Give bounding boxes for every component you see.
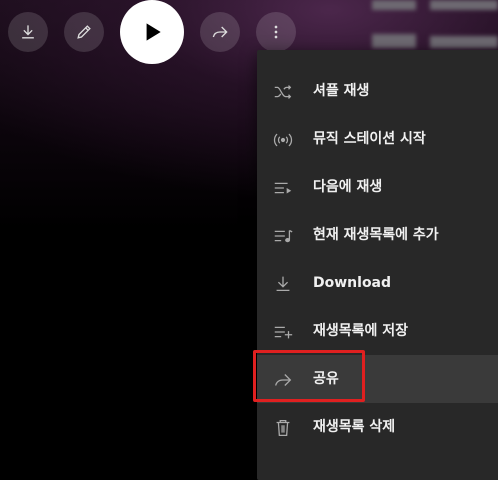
more-options-button[interactable]	[256, 12, 296, 52]
share-icon	[272, 369, 294, 391]
download-icon	[272, 273, 294, 295]
more-vert-icon	[274, 25, 278, 39]
play-next-icon	[272, 177, 294, 199]
menu-item-save-to-playlist[interactable]: 재생목록에 저장	[257, 307, 498, 355]
download-button[interactable]	[8, 12, 48, 52]
menu-item-start-radio[interactable]: 뮤직 스테이션 시작	[257, 115, 498, 163]
menu-item-label: 뮤직 스테이션 시작	[313, 131, 426, 147]
add-to-queue-icon	[272, 225, 294, 247]
menu-item-label: 공유	[313, 371, 339, 387]
menu-item-shuffle[interactable]: 셔플 재생	[257, 67, 498, 115]
radio-icon	[272, 129, 294, 151]
context-menu: 셔플 재생 뮤직 스테이션 시작 다음에 재생 현재 재생목록에 추가 Down…	[257, 50, 498, 480]
menu-item-label: Download	[313, 275, 392, 291]
trash-icon	[272, 417, 294, 439]
share-icon	[212, 26, 228, 38]
menu-item-label: 셔플 재생	[313, 83, 370, 99]
edit-button[interactable]	[64, 12, 104, 52]
menu-item-share[interactable]: 공유	[257, 355, 498, 403]
menu-item-download[interactable]: Download	[257, 259, 498, 307]
menu-item-add-to-queue[interactable]: 현재 재생목록에 추가	[257, 211, 498, 259]
menu-item-label: 재생목록에 저장	[313, 323, 409, 339]
menu-item-label: 재생목록 삭제	[313, 419, 396, 435]
share-button[interactable]	[200, 12, 240, 52]
edit-icon	[77, 25, 91, 39]
play-button[interactable]	[120, 0, 184, 64]
download-icon	[22, 25, 34, 39]
shuffle-icon	[272, 81, 294, 103]
menu-item-label: 다음에 재생	[313, 179, 383, 195]
playlist-add-icon	[272, 321, 294, 343]
menu-item-delete-playlist[interactable]: 재생목록 삭제	[257, 403, 498, 451]
menu-item-play-next[interactable]: 다음에 재생	[257, 163, 498, 211]
menu-item-label: 현재 재생목록에 추가	[313, 227, 439, 243]
play-icon	[146, 23, 161, 41]
